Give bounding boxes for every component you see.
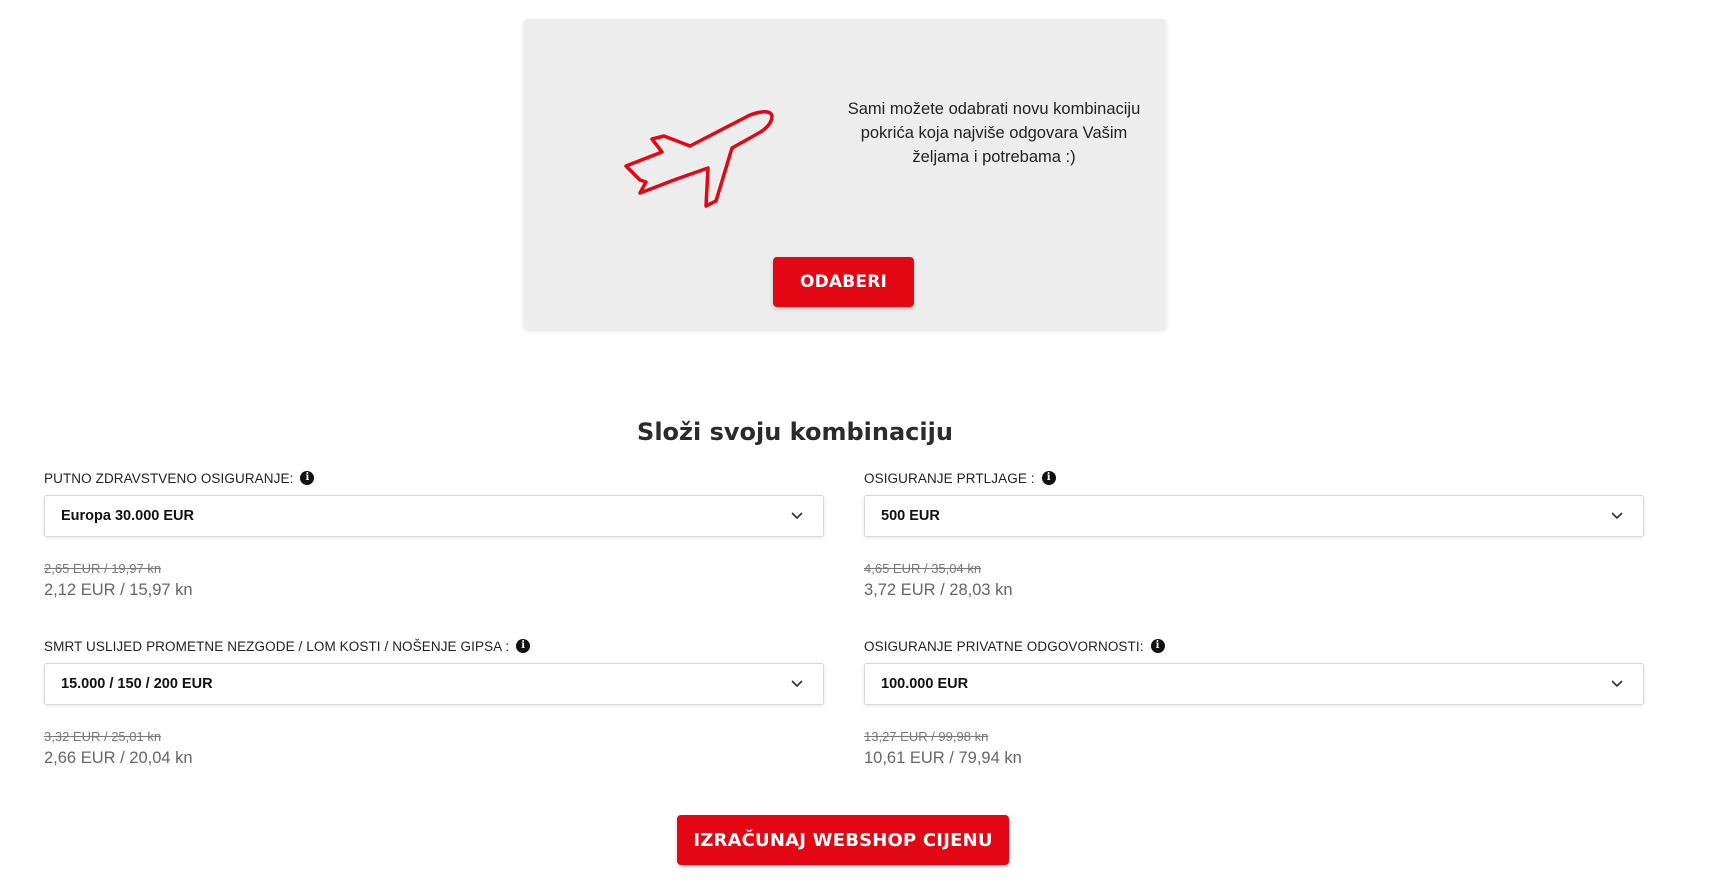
- price-new: 10,61 EUR / 79,94 kn: [864, 749, 1022, 767]
- calculate-price-button[interactable]: IZRAČUNAJ WEBSHOP CIJENU: [677, 815, 1009, 865]
- option-label: SMRT USLIJED PROMETNE NEZGODE / LOM KOST…: [44, 636, 824, 656]
- option-accident-insurance: SMRT USLIJED PROMETNE NEZGODE / LOM KOST…: [44, 636, 824, 768]
- select-value: 100.000 EUR: [881, 676, 969, 692]
- option-label-text: PUTNO ZDRAVSTVENO OSIGURANJE:: [44, 470, 294, 486]
- accident-insurance-select[interactable]: 15.000 / 150 / 200 EUR: [44, 663, 824, 705]
- price-old: 3,32 EUR / 25,01 kn: [44, 729, 162, 744]
- option-label-text: SMRT USLIJED PROMETNE NEZGODE / LOM KOST…: [44, 638, 510, 654]
- select-value: Europa 30.000 EUR: [61, 508, 194, 524]
- chevron-down-icon: [1611, 512, 1623, 520]
- price-old: 4,65 EUR / 35,04 kn: [864, 561, 982, 576]
- option-label: PUTNO ZDRAVSTVENO OSIGURANJE: i: [44, 468, 824, 488]
- info-icon[interactable]: i: [300, 471, 315, 485]
- price-new: 3,72 EUR / 28,03 kn: [864, 581, 1013, 599]
- health-insurance-select[interactable]: Europa 30.000 EUR: [44, 495, 824, 537]
- option-label: OSIGURANJE PRTLJAGE : i: [864, 468, 1644, 488]
- option-label: OSIGURANJE PRIVATNE ODGOVORNOSTI: i: [864, 636, 1644, 656]
- promo-card: Sami možete odabrati novu kombinaciju po…: [524, 19, 1166, 329]
- select-value: 15.000 / 150 / 200 EUR: [61, 676, 213, 692]
- option-luggage-insurance: OSIGURANJE PRTLJAGE : i 500 EUR 4,65 EUR…: [864, 468, 1644, 600]
- option-label-text: OSIGURANJE PRIVATNE ODGOVORNOSTI:: [864, 638, 1144, 654]
- page: Sami možete odabrati novu kombinaciju po…: [0, 0, 1712, 885]
- info-icon[interactable]: i: [1041, 471, 1056, 485]
- price-new: 2,66 EUR / 20,04 kn: [44, 749, 193, 767]
- chevron-down-icon: [791, 512, 803, 520]
- info-icon[interactable]: i: [1150, 639, 1165, 653]
- airplane-icon: [624, 110, 774, 208]
- option-label-text: OSIGURANJE PRTLJAGE :: [864, 470, 1035, 486]
- option-health-insurance: PUTNO ZDRAVSTVENO OSIGURANJE: i Europa 3…: [44, 468, 824, 600]
- price-old: 2,65 EUR / 19,97 kn: [44, 561, 162, 576]
- chevron-down-icon: [1611, 680, 1623, 688]
- liability-insurance-select[interactable]: 100.000 EUR: [864, 663, 1644, 705]
- section-title: Složi svoju kombinaciju: [637, 418, 953, 446]
- odaberi-button[interactable]: ODABERI: [773, 257, 914, 307]
- promo-text: Sami možete odabrati novu kombinaciju po…: [847, 100, 1141, 166]
- select-value: 500 EUR: [881, 508, 940, 524]
- option-liability-insurance: OSIGURANJE PRIVATNE ODGOVORNOSTI: i 100.…: [864, 636, 1644, 768]
- chevron-down-icon: [791, 680, 803, 688]
- luggage-insurance-select[interactable]: 500 EUR: [864, 495, 1644, 537]
- price-new: 2,12 EUR / 15,97 kn: [44, 581, 193, 599]
- price-old: 13,27 EUR / 99,98 kn: [864, 729, 989, 744]
- info-icon[interactable]: i: [516, 639, 531, 653]
